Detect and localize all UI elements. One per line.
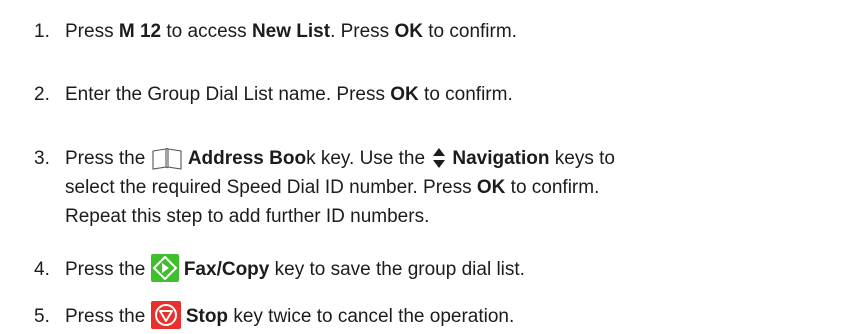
step-text: Press (65, 21, 119, 42)
key-label: Navigation (452, 148, 550, 169)
stop-icon (150, 301, 181, 329)
step-text: to confirm. (422, 21, 517, 42)
key-label: Stop (185, 306, 229, 327)
step-text: . Press (330, 21, 395, 42)
step-1: 1. Press M 12 to access New List. Press O… (34, 18, 517, 45)
menu-label: New List (251, 21, 331, 42)
step-2: 2. Enter the Group Dial List name. Press … (34, 81, 513, 108)
step-text: key to save the group dial list. (269, 259, 525, 280)
step-3-line-2: select the required Speed Dial ID number… (65, 174, 599, 201)
step-text: key twice to cancel the operation. (228, 306, 515, 327)
fax-copy-start-icon (150, 254, 179, 282)
step-number: 3. (34, 148, 50, 169)
step-text: select the required Speed Dial ID number… (65, 177, 477, 198)
step-text: k key. Use the (306, 148, 431, 169)
step-text: keys to (549, 148, 615, 169)
step-4: 4. Press the Fax/Copy key to save the gro… (34, 254, 525, 283)
step-text: Enter the Group Dial List name. Press (65, 84, 391, 105)
step-text: Press the (65, 306, 151, 327)
step-5: 5. Press the Stop key twice to cancel the… (34, 301, 514, 330)
key-label: Fax/Copy (183, 259, 270, 280)
step-text: to access (161, 21, 252, 42)
step-text: Repeat this step to add further ID numbe… (65, 206, 430, 227)
step-text: Press the (65, 148, 151, 169)
up-down-arrows-icon (432, 146, 446, 170)
step-3: 3. Press the Address Book key. Use the Na… (34, 145, 615, 172)
key-label: OK (394, 21, 423, 42)
step-number: 5. (34, 306, 50, 327)
key-label: OK (476, 177, 506, 198)
step-3-line-3: Repeat this step to add further ID numbe… (65, 203, 429, 230)
step-number: 1. (34, 21, 50, 42)
step-text: Press the (65, 259, 151, 280)
step-text: to confirm. (505, 177, 600, 198)
step-number: 4. (34, 259, 50, 280)
key-label: M 12 (118, 21, 162, 42)
step-number: 2. (34, 84, 50, 105)
address-book-icon (151, 146, 183, 170)
step-text: to confirm. (418, 84, 513, 105)
key-label: OK (390, 84, 419, 105)
key-label: Address Boo (187, 148, 307, 169)
